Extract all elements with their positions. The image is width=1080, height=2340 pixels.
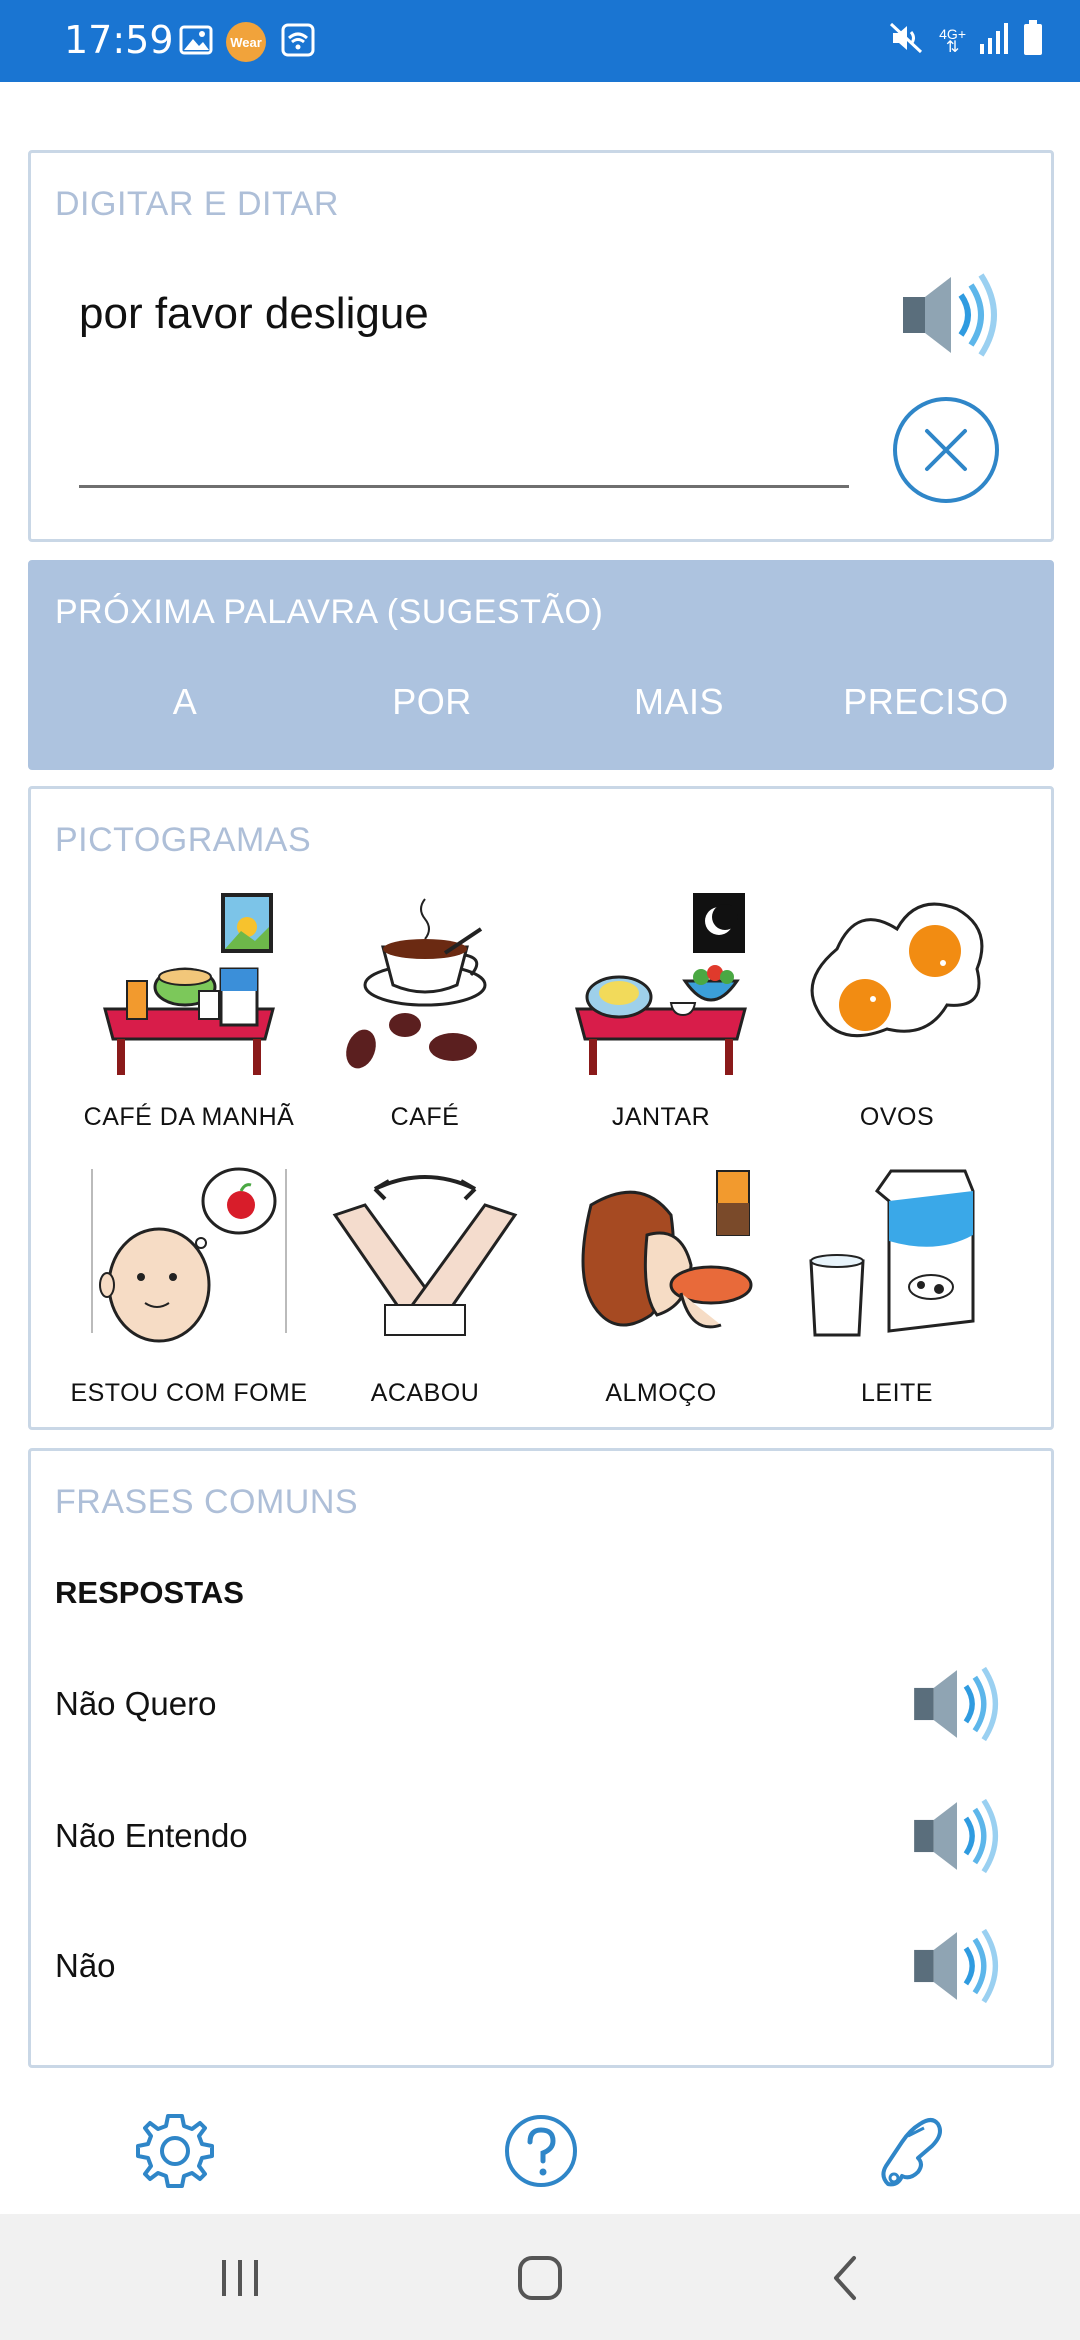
recent-apps-button[interactable] xyxy=(210,2248,270,2308)
picto-label: OVOS xyxy=(859,1103,935,1131)
settings-icon xyxy=(136,2114,214,2188)
picto-milk[interactable]: LEITE xyxy=(777,1165,1017,1425)
battery-icon xyxy=(1022,19,1044,62)
mute-icon xyxy=(887,18,927,63)
picto-finished[interactable]: ACABOU xyxy=(305,1165,545,1425)
picto-label: ALMOÇO xyxy=(605,1379,717,1407)
gallery-icon xyxy=(178,22,214,63)
settings-button[interactable] xyxy=(130,2106,220,2196)
finished-icon xyxy=(332,1175,518,1336)
phrases-title: FRASES COMUNS xyxy=(55,1483,359,1521)
suggestion-list: A POR MAIS PRECISO xyxy=(31,681,1051,741)
typing-card: DIGITAR E DITAR por favor desligue xyxy=(28,150,1054,542)
wifi-calling-icon xyxy=(280,22,316,63)
lunch-icon xyxy=(581,1170,753,1329)
suggestion-por[interactable]: POR xyxy=(312,681,552,723)
help-icon xyxy=(505,2115,577,2187)
next-word-title: PRÓXIMA PALAVRA (SUGESTÃO) xyxy=(55,593,604,631)
phrase-row[interactable]: Não Quero xyxy=(31,1655,1051,1765)
hungry-icon xyxy=(91,1167,287,1343)
picto-coffee[interactable]: CAFÉ xyxy=(305,889,545,1149)
status-bar: 17:59 Wear 4G+ ⇅ xyxy=(0,0,1080,82)
phrases-card: FRASES COMUNS RESPOSTAS Não Quero Não En… xyxy=(28,1448,1054,2068)
wear-icon: Wear xyxy=(226,22,266,62)
speaker-icon xyxy=(914,1666,998,1742)
home-icon xyxy=(518,2256,562,2300)
picto-label: ACABOU xyxy=(370,1379,480,1407)
picto-hungry[interactable]: ESTOU COM FOME xyxy=(69,1165,309,1425)
picto-label: LEITE xyxy=(861,1379,933,1407)
breakfast-icon xyxy=(103,893,275,1075)
input-underline xyxy=(79,485,849,488)
speak-phrase-button[interactable] xyxy=(907,1791,1007,1881)
coffee-icon xyxy=(346,898,487,1069)
signal-icon xyxy=(978,20,1010,61)
close-icon xyxy=(925,429,967,471)
suggestion-preciso[interactable]: PRECISO xyxy=(806,681,1046,723)
picto-label: CAFÉ xyxy=(390,1103,460,1131)
network-4g-icon: 4G+ ⇅ xyxy=(939,25,966,56)
picto-label: CAFÉ DA MANHÃ xyxy=(83,1103,295,1131)
phrase-row[interactable]: Não Entendo xyxy=(31,1787,1051,1897)
recent-apps-icon xyxy=(222,2260,258,2296)
section-heading-respostas: RESPOSTAS xyxy=(55,1575,244,1610)
typed-text-input[interactable]: por favor desligue xyxy=(79,289,429,339)
picto-label: ESTOU COM FOME xyxy=(70,1379,308,1407)
suggestion-mais[interactable]: MAIS xyxy=(559,681,799,723)
picto-label: JANTAR xyxy=(611,1103,711,1131)
milk-icon xyxy=(809,1169,975,1337)
phrase-row[interactable]: Não xyxy=(31,1917,1051,2027)
speaker-icon xyxy=(914,1798,998,1874)
help-button[interactable] xyxy=(496,2106,586,2196)
status-time: 17:59 xyxy=(64,18,174,62)
typing-card-title: DIGITAR E DITAR xyxy=(55,185,339,223)
dinner-icon xyxy=(575,893,747,1075)
speak-phrase-button[interactable] xyxy=(907,1921,1007,2011)
speaker-icon xyxy=(914,1928,998,2004)
phrase-text: Não xyxy=(55,1947,116,1984)
hand-button[interactable] xyxy=(862,2106,952,2196)
home-button[interactable] xyxy=(510,2248,570,2308)
speak-phrase-button[interactable] xyxy=(907,1659,1007,1749)
phrase-text: Não Entendo xyxy=(55,1817,248,1854)
speak-button[interactable] xyxy=(895,265,1007,365)
picto-breakfast[interactable]: CAFÉ DA MANHÃ xyxy=(69,889,309,1149)
picto-dinner[interactable]: JANTAR xyxy=(541,889,781,1149)
next-word-card: PRÓXIMA PALAVRA (SUGESTÃO) A POR MAIS PR… xyxy=(28,560,1054,770)
back-icon xyxy=(834,2256,856,2300)
pictograms-title: PICTOGRAMAS xyxy=(55,821,312,859)
pictograms-card: PICTOGRAMAS CAFÉ DA MANHÃ CAFÉ JANTAR OV… xyxy=(28,786,1054,1430)
eggs-icon xyxy=(810,902,984,1038)
bottom-toolbar xyxy=(0,2090,1080,2214)
suggestion-a[interactable]: A xyxy=(65,681,305,723)
phrase-text: Não Quero xyxy=(55,1685,217,1722)
back-button[interactable] xyxy=(816,2248,876,2308)
clear-button[interactable] xyxy=(893,397,999,503)
picto-eggs[interactable]: OVOS xyxy=(777,889,1017,1149)
hand-icon xyxy=(881,2118,942,2187)
speaker-icon xyxy=(903,273,997,357)
system-nav-bar xyxy=(0,2214,1080,2340)
picto-lunch[interactable]: ALMOÇO xyxy=(541,1165,781,1425)
